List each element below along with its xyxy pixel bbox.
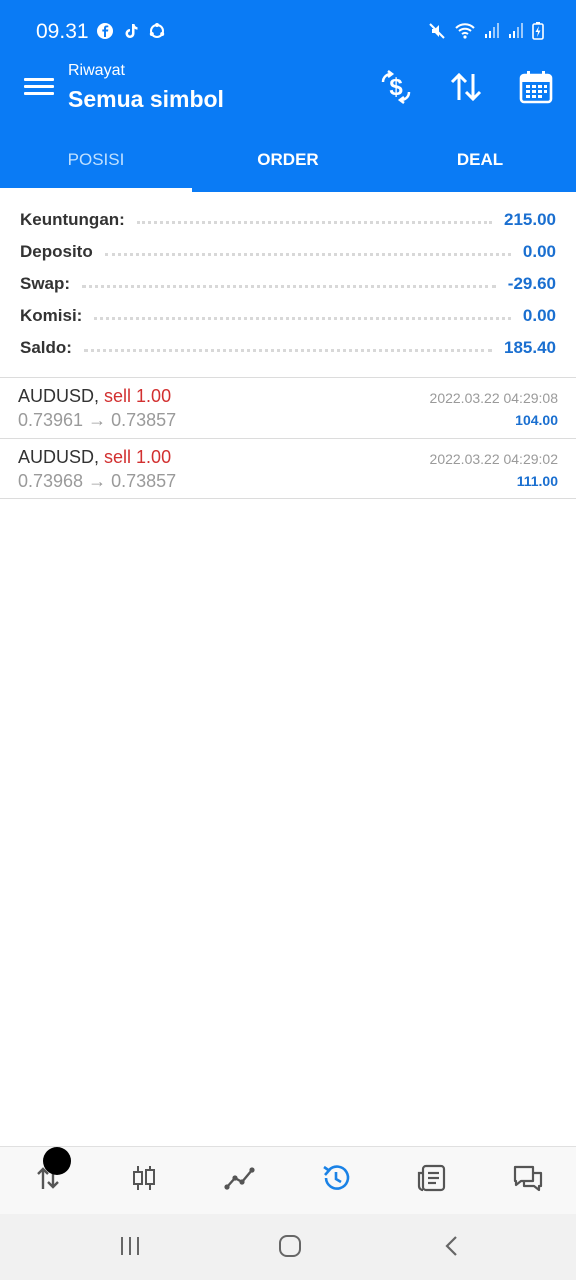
messages-icon [512,1163,544,1198]
currency-exchange-icon: $ [377,69,415,109]
nav-news[interactable] [384,1147,480,1214]
nav-chart-candles[interactable] [96,1147,192,1214]
deal-symbol: AUDUSD, [18,447,100,467]
list-item[interactable]: AUDUSD, sell 1.00 0.73961 → 0.73857 2022… [0,378,576,438]
bottom-nav [0,1146,576,1214]
battery-charging-icon [532,22,544,40]
sync-icon [148,22,166,40]
news-icon [416,1163,448,1198]
history-icon [320,1162,352,1199]
svg-text:$: $ [389,74,403,101]
chart-candles-icon [129,1163,159,1198]
status-time: 09.31 [36,20,89,43]
summary-label: Saldo: [20,338,72,357]
nav-chart-line[interactable] [192,1147,288,1214]
chart-line-icon [224,1163,256,1198]
deal-profit: 104.00 [515,412,558,428]
sort-button[interactable] [444,70,488,108]
deal-prices: 0.73968 → 0.73857 [18,471,177,491]
tab-posisi[interactable]: POSISI [0,124,192,192]
facebook-icon [96,22,114,40]
wifi-icon [454,22,476,40]
summary-row-balance: Saldo: 185.40 [0,332,576,364]
summary-dots [136,220,492,224]
history-tabs: POSISI ORDER DEAL [0,124,576,192]
tiktok-icon [122,22,140,40]
menu-icon-line [24,78,54,81]
signal-icon [484,22,500,40]
divider [0,498,576,499]
deal-profit: 111.00 [516,473,558,489]
summary-value: -29.60 [507,274,556,293]
nav-messages[interactable] [480,1147,576,1214]
status-bar: 09.31 [0,0,576,56]
menu-button[interactable] [24,74,54,104]
nav-trade[interactable] [0,1147,96,1214]
deal-time: 2022.03.22 04:29:02 [429,451,558,467]
summary-row-profit: Keuntungan: 215.00 [0,204,576,236]
deal-side: sell 1.00 [104,386,172,406]
summary-value: 215.00 [504,210,556,229]
tab-deal[interactable]: DEAL [384,124,576,192]
calendar-button[interactable] [514,70,558,108]
summary-dots [94,316,511,320]
deal-side: sell 1.00 [104,447,172,467]
summary-label: Keuntungan: [20,210,125,229]
recent-apps-button[interactable] [118,1234,142,1263]
summary-value: 0.00 [522,242,556,261]
app-bar: Riwayat Semua simbol $ [0,56,576,124]
summary-row-deposit: Deposito 0.00 [0,236,576,268]
mute-icon [428,22,446,40]
app-subtitle: Riwayat [68,62,125,79]
sort-icon [449,72,483,107]
menu-icon-line [24,92,54,95]
app-title[interactable]: Semua simbol [68,86,224,113]
summary-value: 185.40 [504,338,556,357]
calendar-icon [519,70,553,109]
summary-dots [82,284,496,288]
status-right-icons [428,22,544,40]
menu-icon-line [24,85,54,88]
signal-icon [508,22,524,40]
deal-symbol-line: AUDUSD, sell 1.00 [18,386,171,407]
touch-indicator [43,1147,71,1175]
nav-history[interactable] [288,1147,384,1214]
summary-label: Swap: [20,274,71,293]
summary-dots [83,348,492,352]
home-button[interactable] [278,1234,302,1263]
deal-symbol: AUDUSD, [18,386,100,406]
summary-label: Komisi: [20,306,83,325]
deal-time: 2022.03.22 04:29:08 [429,390,558,406]
back-button[interactable] [440,1234,464,1263]
appbar-actions: $ [374,69,558,109]
summary-panel: Keuntungan: 215.00 Deposito 0.00 Swap: -… [0,204,576,364]
summary-dots [104,252,511,256]
summary-label: Deposito [20,242,93,261]
system-nav-bar [0,1214,576,1280]
currency-exchange-button[interactable]: $ [374,69,418,109]
deal-prices: 0.73961 → 0.73857 [18,410,177,430]
deal-symbol-line: AUDUSD, sell 1.00 [18,447,171,468]
summary-row-commission: Komisi: 0.00 [0,300,576,332]
tab-order[interactable]: ORDER [192,124,384,192]
list-item[interactable]: AUDUSD, sell 1.00 0.73968 → 0.73857 2022… [0,439,576,499]
summary-row-swap: Swap: -29.60 [0,268,576,300]
summary-value: 0.00 [522,306,556,325]
status-left-icons [96,22,166,40]
